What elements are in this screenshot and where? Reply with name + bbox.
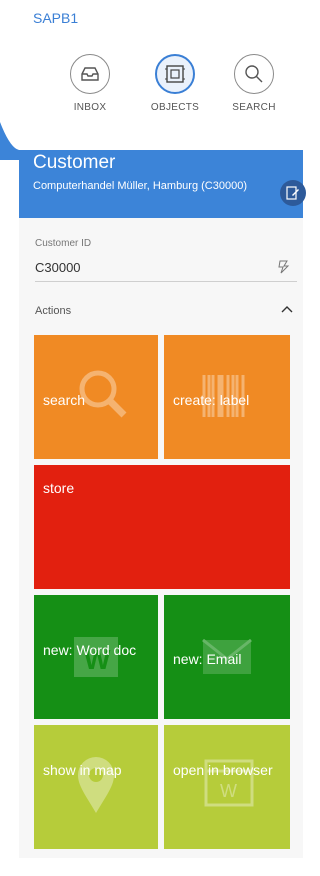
tile-create-label[interactable]: create: label (164, 335, 290, 459)
link-icon[interactable] (278, 260, 290, 274)
tile-new-email-label: new: Email (173, 651, 242, 667)
tile-new-word-doc-label: new: Word doc (43, 642, 137, 658)
chevron-up-icon[interactable] (281, 304, 293, 314)
svg-text:W: W (220, 781, 237, 801)
tile-open-in-browser-label: open in browser (173, 762, 273, 778)
details-panel: Customer ID C30000 Actions search create… (19, 218, 303, 858)
tile-store[interactable]: store (34, 465, 290, 589)
customer-id-label: Customer ID (35, 238, 92, 249)
tile-show-in-map[interactable]: show in map (34, 725, 158, 849)
tile-show-in-map-label: show in map (43, 762, 122, 778)
tile-search-label: search (43, 392, 86, 408)
field-underline (35, 281, 297, 282)
edit-button[interactable] (280, 180, 306, 206)
customer-id-value[interactable]: C30000 (35, 260, 81, 275)
edit-icon (286, 186, 299, 200)
app-name: SAPB1 (33, 10, 79, 26)
tile-open-in-browser[interactable]: W open in browser (164, 725, 290, 849)
object-title: Customer (33, 152, 116, 173)
tile-new-email[interactable]: new: Email (164, 595, 290, 719)
tile-store-label: store (43, 480, 75, 496)
tile-search[interactable]: search (34, 335, 158, 459)
object-header: Customer Computerhandel Müller, Hamburg … (19, 150, 303, 218)
search-icon (234, 54, 274, 94)
objects-icon (155, 54, 195, 94)
inbox-icon (70, 54, 110, 94)
object-subtitle: Computerhandel Müller, Hamburg (C30000) (33, 180, 247, 192)
actions-label: Actions (35, 305, 72, 317)
tile-new-word-doc[interactable]: W new: Word doc (34, 595, 158, 719)
tile-create-label-label: create: label (173, 392, 250, 408)
